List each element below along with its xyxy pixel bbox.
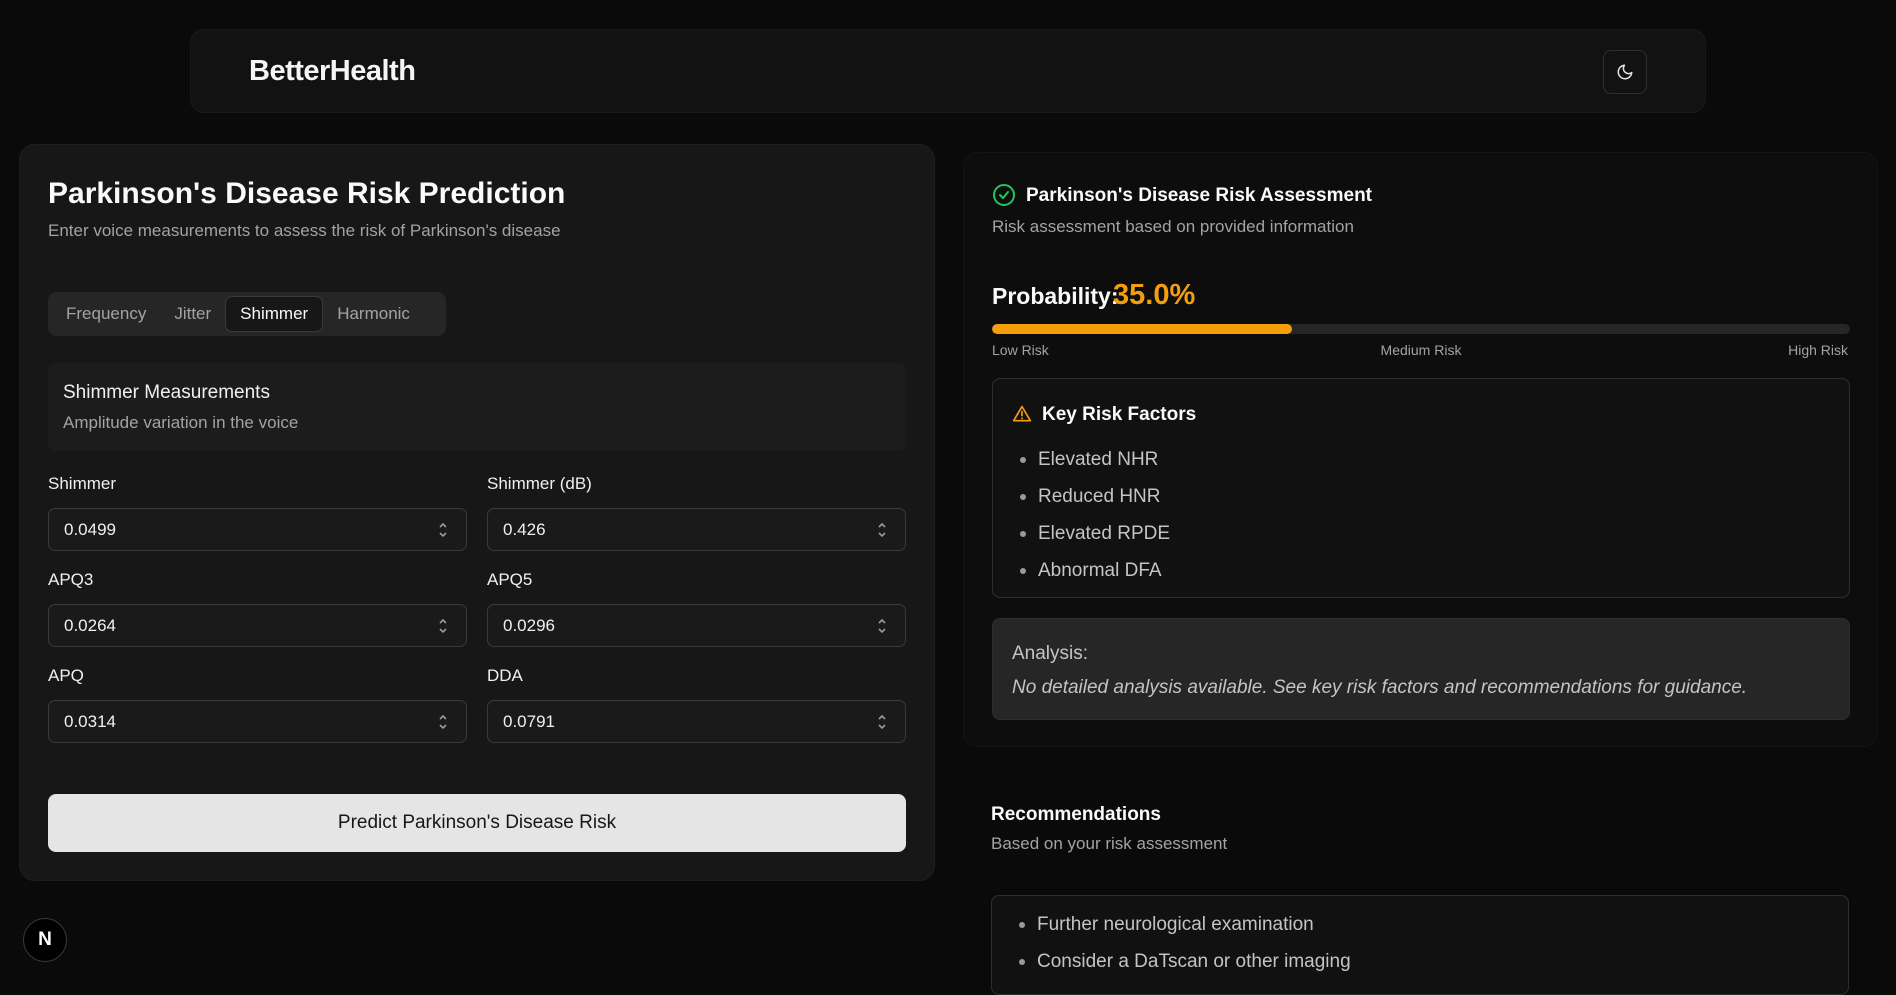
shimmer-db-label: Shimmer (dB) bbox=[487, 474, 592, 493]
stepper-icon[interactable] bbox=[875, 711, 889, 733]
probability-label: Probability: bbox=[992, 283, 1119, 309]
section-subtitle: Amplitude variation in the voice bbox=[63, 413, 299, 432]
assessment-subtitle: Risk assessment based on provided inform… bbox=[992, 217, 1354, 236]
key-risk-factors-box: Key Risk Factors Elevated NHR Reduced HN… bbox=[992, 378, 1850, 598]
list-item: Abnormal DFA bbox=[1020, 552, 1170, 589]
analysis-box: Analysis: No detailed analysis available… bbox=[992, 618, 1850, 720]
apq5-input[interactable] bbox=[503, 615, 843, 636]
apq-field[interactable] bbox=[48, 700, 467, 743]
risk-factor-text: Reduced HNR bbox=[1038, 485, 1161, 507]
shimmer-db-input[interactable] bbox=[503, 519, 843, 540]
warning-icon bbox=[1012, 405, 1032, 422]
assessment-title: Parkinson's Disease Risk Assessment bbox=[1026, 185, 1372, 206]
shimmer-input[interactable] bbox=[64, 519, 404, 540]
shimmer-label: Shimmer bbox=[48, 474, 117, 493]
bullet-icon bbox=[1019, 958, 1025, 965]
low-risk-label: Low Risk bbox=[992, 342, 1049, 358]
analysis-text: No detailed analysis available. See key … bbox=[1012, 677, 1748, 698]
measurement-tabs: Frequency Jitter Shimmer Harmonic bbox=[48, 292, 446, 336]
recommendation-text: Consider a DaTscan or other imaging bbox=[1037, 950, 1351, 972]
section-title: Shimmer Measurements bbox=[63, 382, 270, 403]
recommendation-text: Further neurological examination bbox=[1037, 913, 1314, 935]
stepper-icon[interactable] bbox=[436, 711, 450, 733]
risk-factors-list: Elevated NHR Reduced HNR Elevated RPDE A… bbox=[1020, 441, 1170, 589]
prediction-form-card: Parkinson's Disease Risk Prediction Ente… bbox=[19, 144, 935, 881]
list-item: Reduced HNR bbox=[1020, 478, 1170, 515]
apq5-field[interactable] bbox=[487, 604, 906, 647]
form-title: Parkinson's Disease Risk Prediction bbox=[48, 177, 566, 210]
form-subtitle: Enter voice measurements to assess the r… bbox=[48, 221, 561, 240]
brand-logo[interactable]: BetterHealth bbox=[249, 55, 416, 88]
bullet-icon bbox=[1020, 493, 1026, 500]
check-circle-icon bbox=[993, 184, 1015, 206]
top-navbar: BetterHealth bbox=[190, 29, 1706, 113]
probability-bar bbox=[992, 324, 1850, 334]
recommendations-list: Further neurological examination Conside… bbox=[1019, 906, 1351, 980]
dda-label: DDA bbox=[487, 666, 523, 685]
analysis-title: Analysis: bbox=[1012, 643, 1089, 664]
list-item: Elevated RPDE bbox=[1020, 515, 1170, 552]
stepper-icon[interactable] bbox=[875, 519, 889, 541]
stepper-icon[interactable] bbox=[436, 615, 450, 637]
apq5-label: APQ5 bbox=[487, 570, 533, 589]
dev-indicator-badge[interactable]: N bbox=[23, 918, 67, 962]
tab-shimmer[interactable]: Shimmer bbox=[225, 296, 324, 332]
section-header: Shimmer Measurements Amplitude variation… bbox=[48, 363, 906, 451]
apq-input[interactable] bbox=[64, 711, 404, 732]
bullet-icon bbox=[1020, 567, 1026, 574]
risk-factor-text: Elevated RPDE bbox=[1038, 522, 1171, 544]
medium-risk-label: Medium Risk bbox=[1380, 342, 1462, 358]
moon-icon bbox=[1617, 64, 1633, 80]
tab-jitter[interactable]: Jitter bbox=[160, 296, 225, 332]
stepper-icon[interactable] bbox=[875, 615, 889, 637]
shimmer-db-field[interactable] bbox=[487, 508, 906, 551]
risk-factors-title: Key Risk Factors bbox=[1042, 404, 1197, 425]
high-risk-label: High Risk bbox=[1788, 342, 1848, 358]
theme-toggle-button[interactable] bbox=[1603, 50, 1647, 94]
bullet-icon bbox=[1020, 530, 1026, 537]
list-item: Elevated NHR bbox=[1020, 441, 1170, 478]
tab-frequency[interactable]: Frequency bbox=[52, 296, 160, 332]
bullet-icon bbox=[1020, 456, 1026, 463]
probability-value: 35.0% bbox=[1113, 279, 1196, 311]
risk-factor-text: Abnormal DFA bbox=[1038, 559, 1162, 581]
apq3-label: APQ3 bbox=[48, 570, 94, 589]
shimmer-field[interactable] bbox=[48, 508, 467, 551]
apq3-input[interactable] bbox=[64, 615, 404, 636]
recommendations-title: Recommendations bbox=[991, 804, 1161, 825]
recommendations-box: Further neurological examination Conside… bbox=[991, 895, 1849, 995]
risk-factor-text: Elevated NHR bbox=[1038, 448, 1159, 470]
list-item: Consider a DaTscan or other imaging bbox=[1019, 943, 1351, 980]
recommendations-subtitle: Based on your risk assessment bbox=[991, 834, 1228, 853]
probability-bar-fill bbox=[992, 324, 1293, 334]
tab-harmonic[interactable]: Harmonic bbox=[323, 296, 424, 332]
dda-input[interactable] bbox=[503, 711, 843, 732]
predict-button[interactable]: Predict Parkinson's Disease Risk bbox=[48, 794, 906, 852]
list-item: Further neurological examination bbox=[1019, 906, 1351, 943]
dda-field[interactable] bbox=[487, 700, 906, 743]
bullet-icon bbox=[1019, 921, 1025, 928]
risk-assessment-card: Parkinson's Disease Risk Assessment Risk… bbox=[963, 152, 1878, 747]
stepper-icon[interactable] bbox=[436, 519, 450, 541]
apq-label: APQ bbox=[48, 666, 84, 685]
apq3-field[interactable] bbox=[48, 604, 467, 647]
